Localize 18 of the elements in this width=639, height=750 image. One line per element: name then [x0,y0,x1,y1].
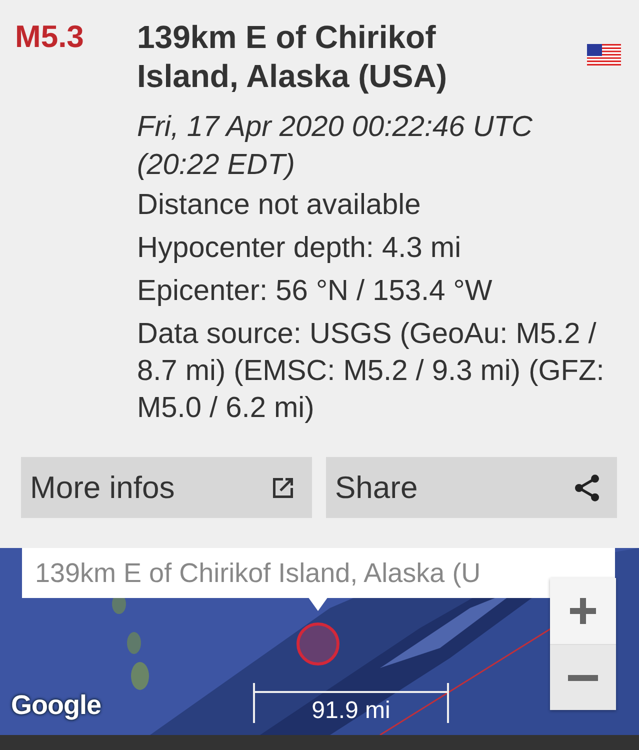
detail-text: Hypocenter depth: 4.3 mi [137,231,462,266]
detail-text: Epicenter: 56 °N / 153.4 °W [137,274,494,309]
more-infos-button[interactable]: More infos [21,457,312,518]
map-logo: Google [11,690,101,721]
zoom-in-button[interactable] [550,578,616,644]
info-window: 139km E of Chirikof Island, Alaska (U [22,548,615,598]
detail-text: Data source: USGS (GeoAu: M5.2 / 8.7 mi) (EMSC: M5.2 / 9.3 mi) (GFZ: M5.0 / 6.2 mi) [137,317,606,426]
minus-icon [568,674,598,680]
info-pointer [308,597,328,611]
zoom-out-button[interactable] [550,644,616,710]
event-title: 139km E of Chirikof Island, Alaska (USA) [137,18,448,96]
scale-bar: 91.9 mi [253,683,449,723]
plus-icon [568,596,598,626]
event-time: Fri, 17 Apr 2020 00:22:46 UTC (20:22 EDT) [137,110,534,183]
flag-icon [587,44,621,67]
magnitude: M5.3 [15,18,85,56]
detail-text: Distance not available [137,188,422,223]
share-button[interactable]: Share [326,457,617,518]
